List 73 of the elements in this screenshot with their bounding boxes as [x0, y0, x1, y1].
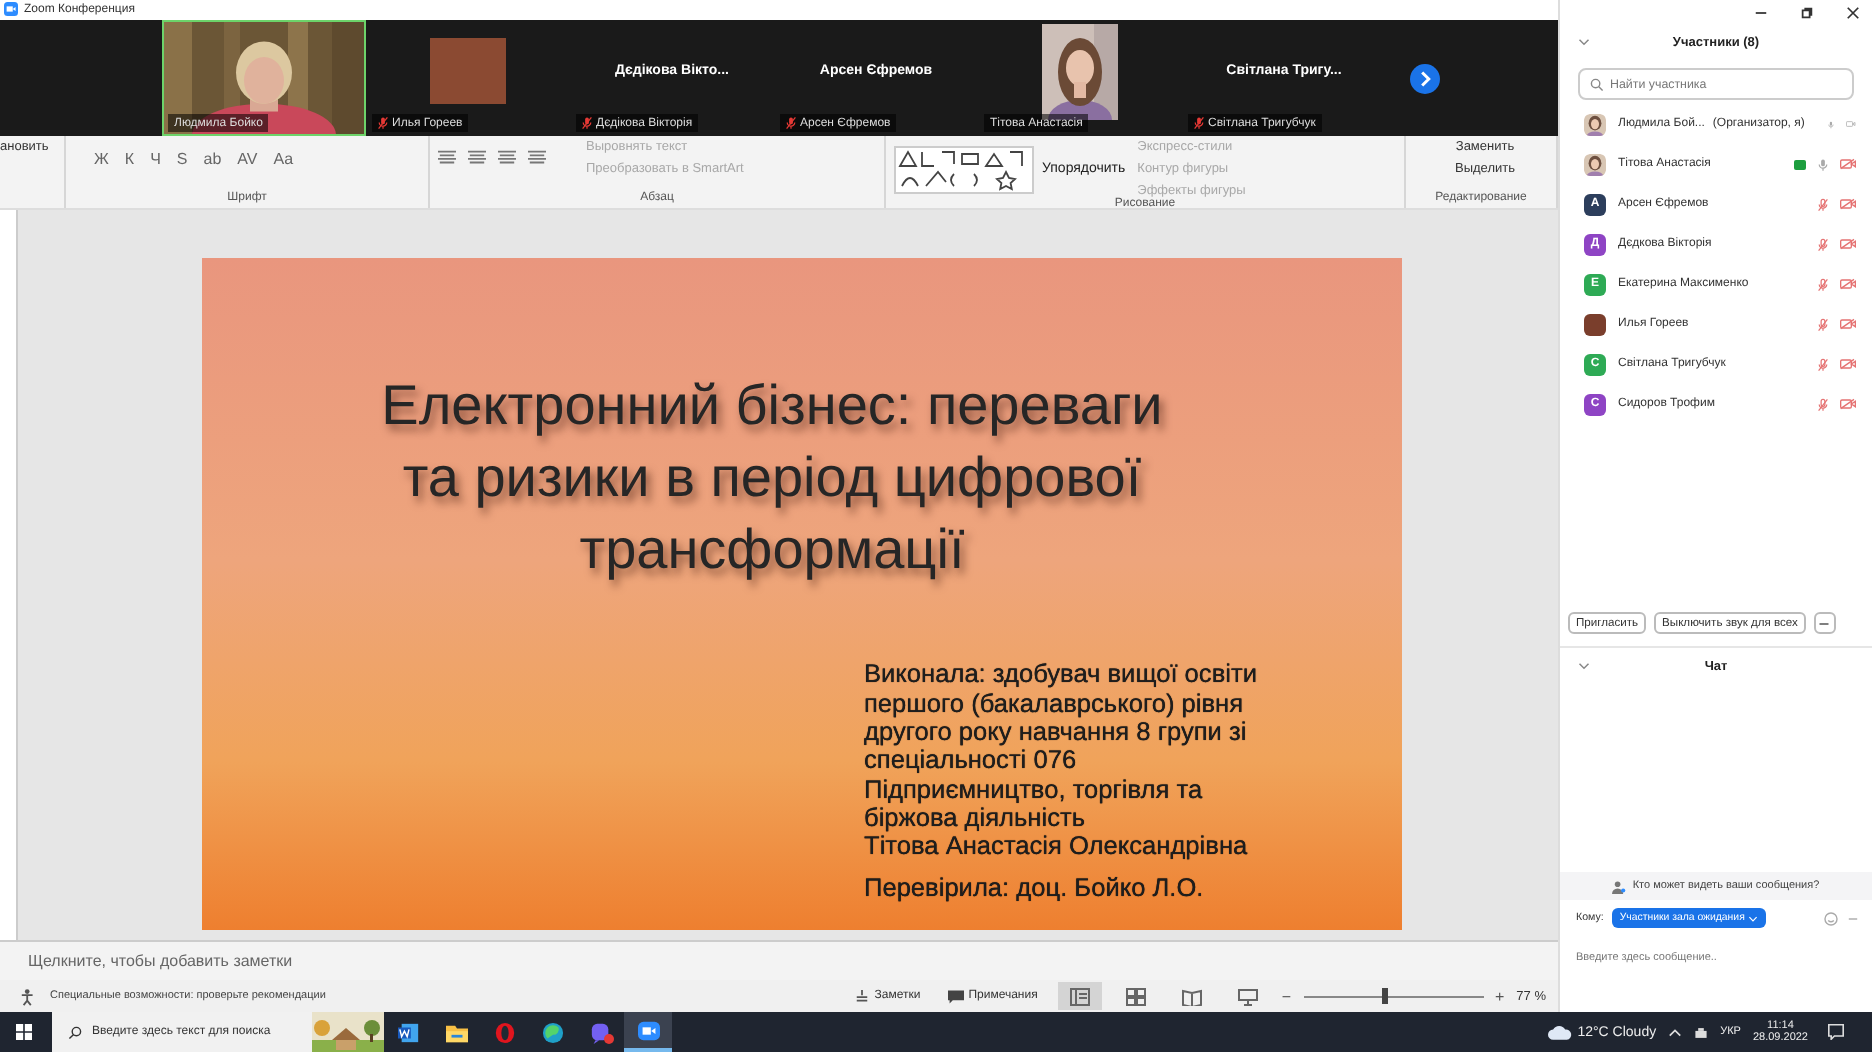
browser-icon	[541, 1021, 563, 1043]
collapse-icon[interactable]	[1578, 662, 1590, 670]
slide-title: та ризики в період цифрової	[402, 444, 1142, 513]
browser-icon	[493, 1021, 515, 1043]
notes-field[interactable]: Щелкните, чтобы добавить заметки	[0, 940, 1558, 981]
more-button[interactable]	[1813, 612, 1836, 634]
start-icon[interactable]	[16, 1024, 32, 1040]
collapse-icon[interactable]	[1578, 38, 1590, 46]
align-icon[interactable]	[528, 150, 546, 167]
font-format-button[interactable]: Ж	[94, 150, 109, 169]
muted-mic-icon[interactable]	[1818, 317, 1828, 331]
slide-text: Тітова Анастасія Олександрівна	[864, 832, 1250, 861]
person-icon	[1612, 879, 1627, 893]
video-camera-icon	[637, 1019, 659, 1041]
slide-title: Електронний бізнес: переваги	[381, 372, 1163, 441]
font-format-button[interactable]: AV	[237, 150, 258, 169]
next-page-icon[interactable]	[1410, 63, 1440, 94]
camera-off-icon[interactable]	[1840, 198, 1856, 210]
font-format-button[interactable]: К	[124, 150, 135, 169]
folder-icon	[445, 1021, 467, 1043]
slide-text: першого (бакалаврського) рівня	[864, 689, 1246, 718]
cloud-icon	[1547, 1025, 1572, 1039]
muted-mic-icon[interactable]	[1818, 237, 1828, 251]
view-icon	[1237, 987, 1258, 1006]
network-icon[interactable]	[1694, 1027, 1709, 1037]
slide-title: трансформації	[579, 516, 965, 585]
document-icon	[397, 1021, 419, 1043]
microphone-icon[interactable]	[1818, 157, 1828, 171]
font-format-button[interactable]: ab	[203, 150, 222, 169]
zoom-in-button[interactable]: +	[1495, 987, 1505, 1006]
slide-text: Підприємництво, торгівля та	[864, 775, 1205, 804]
slide-text: другого року навчання 8 групи зі	[864, 717, 1249, 747]
camera-off-icon[interactable]	[1840, 358, 1856, 370]
font-format-button[interactable]: Ч	[150, 150, 161, 169]
font-format-button[interactable]: Aa	[273, 150, 294, 169]
chat-bubble-icon	[589, 1021, 611, 1043]
camera-off-icon[interactable]	[1840, 278, 1856, 290]
shapes-gallery-icon[interactable]	[894, 145, 1034, 194]
view-button[interactable]	[1057, 982, 1102, 1011]
search-icon	[68, 1025, 82, 1039]
notifications-icon[interactable]	[1828, 1024, 1844, 1040]
slide-text: біржова діяльність	[864, 803, 1086, 833]
accessibility-icon	[20, 987, 38, 1006]
font-format-button[interactable]: S	[176, 150, 188, 169]
camera-off-icon[interactable]	[1840, 238, 1856, 250]
restore-icon[interactable]	[1800, 5, 1814, 19]
microphone-icon[interactable]	[1828, 117, 1835, 131]
zoom-out-button[interactable]: −	[1281, 987, 1291, 1006]
view-icon	[1069, 987, 1090, 1006]
camera-off-icon[interactable]	[1840, 398, 1856, 410]
align-icon[interactable]	[468, 150, 486, 167]
emoji-icon[interactable]	[1824, 911, 1838, 925]
chevron-up-icon[interactable]	[1668, 1027, 1683, 1037]
slide-text: Перевірила: доц. Бойко Л.О.	[864, 874, 1206, 904]
muted-mic-icon[interactable]	[1818, 357, 1828, 371]
view-icon	[1125, 987, 1146, 1006]
camera-off-icon[interactable]	[1840, 318, 1856, 330]
taskbar-app[interactable]	[624, 1012, 672, 1052]
comment-icon	[948, 989, 965, 1004]
align-icon[interactable]	[438, 150, 456, 167]
close-icon[interactable]	[1846, 5, 1860, 19]
muted-mic-icon[interactable]	[1818, 197, 1828, 211]
slide-text: Виконала: здобувач вищої освіти	[864, 660, 1259, 690]
zoom-slider[interactable]	[1303, 986, 1483, 1007]
slide-text: спеціальності 076	[864, 746, 1079, 776]
view-icon	[1181, 987, 1202, 1006]
search-icon	[1590, 77, 1604, 91]
camera-off-icon[interactable]	[1840, 158, 1856, 170]
muted-mic-icon[interactable]	[1818, 397, 1828, 411]
muted-mic-icon[interactable]	[1818, 277, 1828, 291]
notes-icon	[854, 989, 871, 1004]
align-icon[interactable]	[498, 150, 516, 167]
caret-icon	[1748, 915, 1759, 921]
